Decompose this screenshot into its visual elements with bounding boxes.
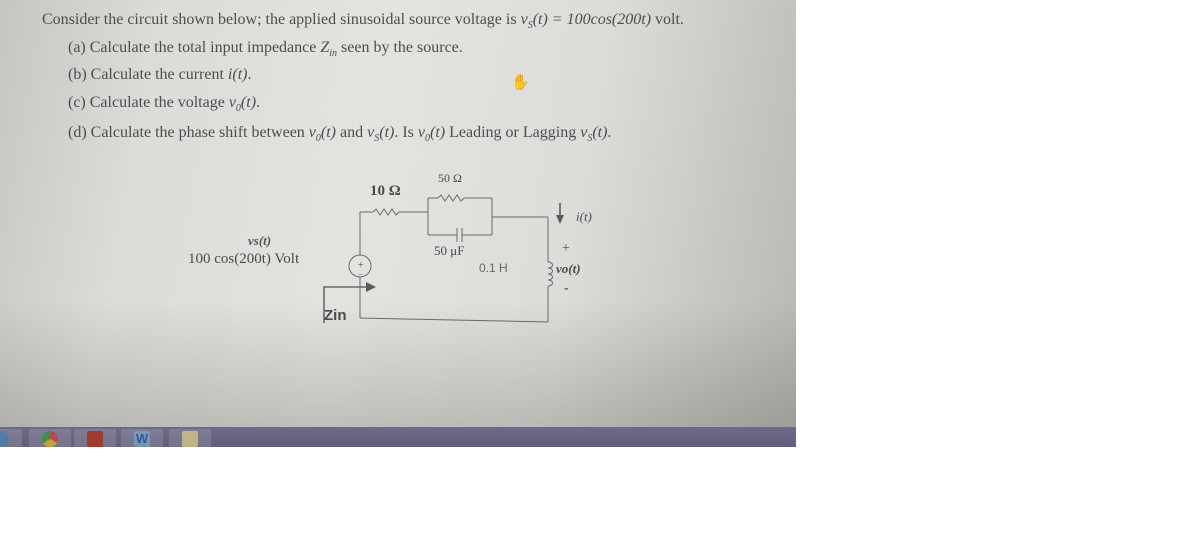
source-minus-sign: − bbox=[358, 269, 364, 279]
question-c: (c) Calculate the voltage v0(t). bbox=[68, 94, 260, 114]
resistor-10ohm bbox=[372, 208, 400, 216]
current-arrow-head bbox=[556, 215, 564, 224]
vs-symbol: vS(t) bbox=[580, 124, 608, 145]
question-d-suffix: . bbox=[607, 124, 612, 141]
problem-intro: Consider the circuit shown below; the ap… bbox=[42, 11, 684, 31]
taskbar-word-button[interactable]: W bbox=[121, 429, 163, 447]
taskbar-acrobat-button[interactable] bbox=[74, 429, 116, 447]
lead-lag-text: Leading or Lagging bbox=[445, 124, 581, 141]
intro-text: Consider the circuit shown below; the ap… bbox=[42, 11, 521, 28]
vo-label: vo(t) bbox=[556, 261, 581, 276]
taskbar: W bbox=[0, 427, 796, 447]
circuit-diagram: + − 10 Ω 50 Ω 50 μF 0.1 H vs(t) 100 cos(… bbox=[180, 165, 620, 345]
zin-label: Zin bbox=[324, 307, 347, 324]
vo-symbol: v0(t) bbox=[228, 94, 257, 115]
vs-symbol: vS(t) = 100cos(200t) bbox=[520, 11, 652, 32]
zin-symbol: Zin bbox=[320, 39, 338, 60]
r2-label: 50 Ω bbox=[438, 171, 462, 185]
hand-cursor-icon: ✋ bbox=[511, 75, 530, 91]
question-b-suffix: . bbox=[247, 66, 252, 83]
inductor-coil bbox=[547, 261, 553, 287]
chrome-icon bbox=[42, 431, 58, 447]
question-a: (a) Calculate the total input impedance … bbox=[68, 39, 463, 59]
source-value-label: 100 cos(200t) Volt bbox=[188, 251, 300, 267]
folder-icon bbox=[182, 431, 198, 447]
intro-suffix: volt. bbox=[651, 11, 684, 28]
vo-minus-sign: - bbox=[564, 281, 569, 296]
vo-symbol: v0(t) bbox=[417, 124, 446, 145]
question-a-text: (a) Calculate the total input impedance bbox=[68, 39, 321, 56]
question-d: (d) Calculate the phase shift between v0… bbox=[68, 124, 611, 144]
word-icon: W bbox=[134, 431, 150, 447]
vo-plus-sign: + bbox=[562, 241, 570, 256]
is-text: . Is bbox=[394, 124, 418, 141]
question-c-suffix: . bbox=[256, 94, 261, 111]
capacitor-label: 50 μF bbox=[434, 243, 465, 258]
taskbar-explorer-button[interactable] bbox=[169, 429, 211, 447]
vs-symbol: vS(t) bbox=[367, 124, 395, 145]
inductor-label: 0.1 H bbox=[479, 261, 508, 275]
monitor-screen: Consider the circuit shown below; the ap… bbox=[0, 0, 796, 447]
question-b: (b) Calculate the current i(t). bbox=[68, 66, 251, 84]
question-c-text: (c) Calculate the voltage bbox=[68, 94, 229, 111]
question-a-suffix: seen by the source. bbox=[337, 39, 463, 56]
resistor-50ohm bbox=[437, 194, 465, 202]
question-b-text: (b) Calculate the current bbox=[68, 66, 228, 83]
zin-arrow-head bbox=[366, 282, 376, 292]
source-symbol-label: vs(t) bbox=[248, 233, 272, 248]
r1-label: 10 Ω bbox=[370, 183, 401, 199]
taskbar-start-button[interactable] bbox=[0, 429, 22, 447]
vo-symbol: v0(t) bbox=[308, 124, 337, 145]
acrobat-icon bbox=[87, 431, 103, 447]
and-text: and bbox=[336, 124, 368, 141]
current-label: i(t) bbox=[576, 209, 592, 224]
windows-start-icon bbox=[0, 431, 9, 447]
question-d-text: (d) Calculate the phase shift between bbox=[68, 124, 309, 141]
taskbar-chrome-button[interactable] bbox=[29, 429, 71, 447]
current-symbol: i(t) bbox=[227, 66, 248, 83]
wire-bottom bbox=[359, 317, 549, 323]
